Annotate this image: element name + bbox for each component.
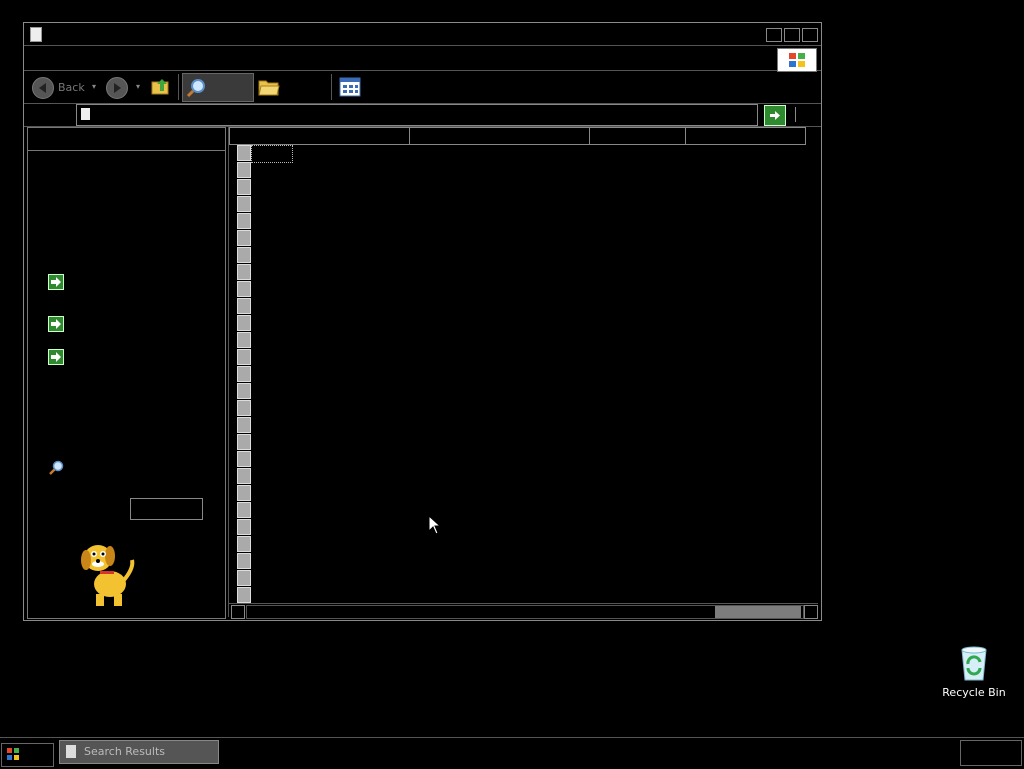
up-folder-icon[interactable] (151, 78, 171, 96)
scroll-track[interactable] (246, 605, 804, 619)
file-icon[interactable] (237, 553, 251, 569)
views-icon[interactable] (339, 77, 361, 97)
file-icon[interactable] (237, 536, 251, 552)
back-icon[interactable] (32, 77, 54, 99)
horizontal-scrollbar[interactable] (228, 603, 818, 619)
file-icon[interactable] (237, 298, 251, 314)
close-button[interactable] (802, 28, 818, 42)
taskbar-button-label: Search Results (84, 745, 166, 758)
file-icon[interactable] (237, 519, 251, 535)
column-header-size[interactable] (590, 127, 686, 145)
maximize-button[interactable] (784, 28, 800, 42)
file-icon[interactable] (237, 162, 251, 178)
file-icon[interactable] (237, 417, 251, 433)
scroll-thumb[interactable] (715, 606, 801, 618)
file-icon[interactable] (237, 196, 251, 212)
arrow-right-icon (51, 277, 61, 287)
pane-button[interactable] (130, 498, 203, 520)
mouse-cursor-icon (428, 515, 440, 535)
link-arrow-icon[interactable] (48, 316, 64, 332)
file-icon[interactable] (237, 145, 251, 161)
scroll-left-button[interactable] (231, 605, 245, 619)
scroll-right-button[interactable] (804, 605, 818, 619)
file-icon[interactable] (237, 349, 251, 365)
file-icon[interactable] (237, 230, 251, 246)
magnifier-icon (186, 79, 205, 98)
address-dropdown-button[interactable] (795, 107, 808, 122)
file-icon[interactable] (237, 570, 251, 586)
back-button-label[interactable]: Back (58, 81, 85, 94)
file-icon[interactable] (237, 213, 251, 229)
search-button[interactable] (182, 73, 254, 102)
toolbar: Back ▾ ▾ (24, 71, 821, 104)
recycle-bin-label[interactable]: Recycle Bin (940, 686, 1008, 699)
results-list (228, 127, 819, 617)
file-icon[interactable] (237, 587, 251, 603)
arrow-right-icon (51, 352, 61, 362)
search-companion-pane (27, 127, 226, 619)
windows-flag-icon (7, 748, 19, 760)
forward-icon[interactable] (106, 77, 128, 99)
go-button[interactable] (764, 105, 786, 126)
selected-item-focus[interactable] (251, 145, 293, 163)
taskbar-search-results-button[interactable]: Search Results (59, 740, 219, 764)
toolbar-separator (331, 74, 332, 100)
document-icon (81, 108, 90, 120)
windows-flag-icon (789, 53, 805, 67)
file-icon[interactable] (237, 315, 251, 331)
link-arrow-icon[interactable] (48, 274, 64, 290)
windows-logo (777, 48, 817, 72)
document-icon (66, 745, 76, 758)
file-icon[interactable] (237, 468, 251, 484)
address-input[interactable] (76, 104, 796, 126)
search-dog-icon[interactable] (76, 538, 140, 610)
document-icon (30, 27, 42, 42)
go-arrow-icon (770, 111, 780, 120)
column-header-folder[interactable] (410, 127, 590, 145)
folders-icon[interactable] (258, 77, 280, 97)
file-icon[interactable] (237, 485, 251, 501)
link-arrow-icon[interactable] (48, 349, 64, 365)
file-icon[interactable] (237, 434, 251, 450)
column-header-name[interactable] (229, 127, 410, 145)
file-icon[interactable] (237, 400, 251, 416)
file-icon[interactable] (237, 451, 251, 467)
address-bar (24, 104, 821, 127)
arrow-right-icon (51, 319, 61, 329)
pane-header (28, 128, 225, 151)
back-dropdown-icon[interactable]: ▾ (92, 82, 96, 91)
file-icon[interactable] (237, 502, 251, 518)
minimize-button[interactable] (766, 28, 782, 42)
recycle-bin-icon[interactable] (950, 646, 998, 682)
menu-bar (24, 46, 821, 72)
taskbar: Search Results (0, 737, 1024, 769)
column-header-type[interactable] (686, 127, 806, 145)
system-tray (960, 740, 1022, 766)
file-icon[interactable] (237, 366, 251, 382)
file-icon[interactable] (237, 332, 251, 348)
toolbar-separator (178, 74, 179, 100)
file-icon[interactable] (237, 179, 251, 195)
forward-dropdown-icon[interactable]: ▾ (136, 82, 140, 91)
title-bar[interactable] (24, 23, 821, 46)
file-icon[interactable] (237, 264, 251, 280)
magnifier-icon[interactable] (48, 460, 64, 476)
file-icon[interactable] (237, 247, 251, 263)
file-icon[interactable] (237, 281, 251, 297)
file-icon[interactable] (237, 383, 251, 399)
start-button[interactable] (1, 743, 54, 767)
search-results-window: Back ▾ ▾ (23, 22, 822, 621)
